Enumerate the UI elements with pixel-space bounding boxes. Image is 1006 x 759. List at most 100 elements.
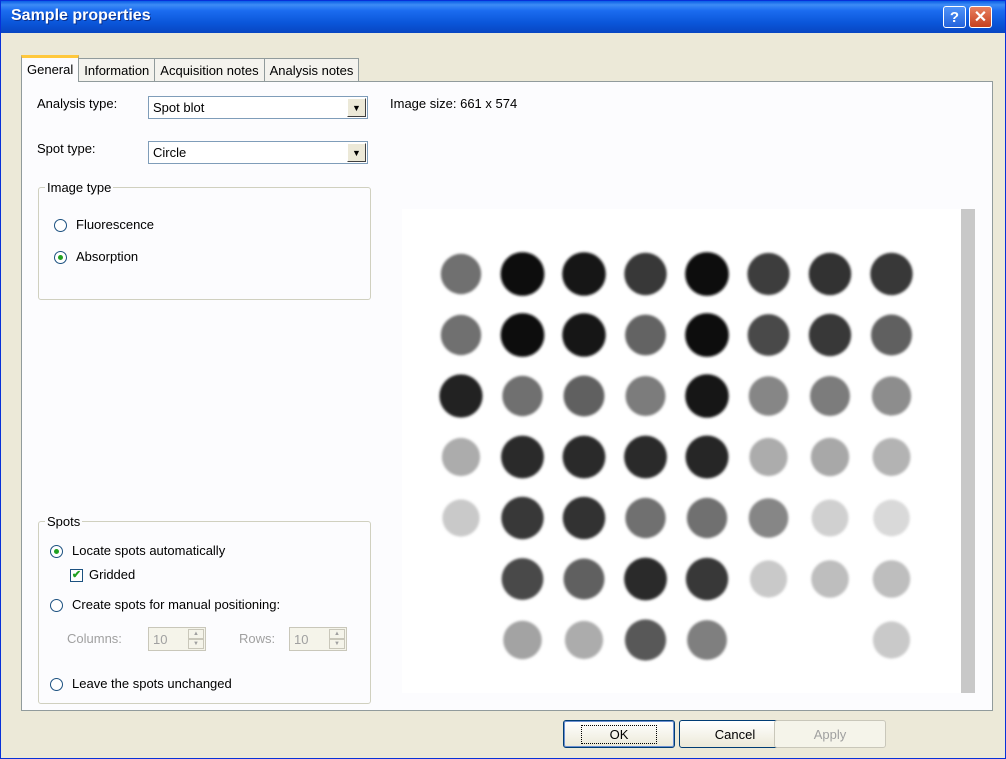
chevron-down-icon[interactable]: ▼	[347, 98, 366, 117]
blot-spot	[872, 560, 911, 598]
image-scrollbar[interactable]	[961, 209, 975, 693]
blot-spot	[872, 621, 911, 659]
blot-spot	[686, 497, 728, 539]
blot-spot	[501, 496, 544, 540]
title-bar[interactable]: Sample properties ? ✕	[1, 1, 1005, 33]
blot-spot	[501, 435, 544, 479]
fluorescence-label[interactable]: Fluorescence	[76, 217, 154, 232]
blot-spot	[562, 313, 606, 357]
blot-spot	[440, 314, 482, 356]
leave-spots-label[interactable]: Leave the spots unchanged	[72, 676, 232, 691]
blot-spot	[501, 558, 544, 600]
general-panel: Analysis type: Spot blot ▼ Spot type: Ci…	[21, 81, 993, 711]
blot-spot	[625, 497, 666, 539]
image-size-text: Image size: 661 x 574	[390, 96, 518, 111]
blot-spot	[749, 437, 788, 477]
spot-type-select[interactable]: Circle ▼	[148, 141, 368, 164]
blot-spot	[808, 252, 852, 296]
blot-spot	[500, 313, 545, 357]
spin-down-icon[interactable]: ▼	[188, 639, 204, 649]
absorption-label[interactable]: Absorption	[76, 249, 138, 264]
image-type-legend: Image type	[47, 180, 112, 195]
blot-spot	[747, 314, 790, 356]
blot-spot	[748, 498, 789, 538]
blot-spot	[685, 557, 729, 601]
spin-down-icon[interactable]: ▼	[329, 639, 345, 649]
rows-value: 10	[294, 632, 309, 647]
blot-spot	[873, 499, 910, 537]
blot-spot	[749, 560, 788, 598]
blot-spot	[563, 558, 605, 600]
sample-properties-dialog: Sample properties ? ✕ General Informatio…	[0, 0, 1006, 759]
tab-analysis-notes[interactable]: Analysis notes	[263, 58, 360, 82]
blot-spot	[442, 499, 480, 537]
blot-spot	[439, 374, 483, 418]
close-button[interactable]: ✕	[969, 6, 992, 28]
blot-spot	[811, 499, 849, 537]
absorption-radio[interactable]	[54, 251, 67, 264]
spin-up-icon[interactable]: ▲	[188, 629, 204, 639]
blot-spot	[564, 620, 604, 660]
tab-strip: General Information Acquisition notes An…	[21, 55, 360, 82]
blot-spot	[870, 252, 913, 296]
tab-information[interactable]: Information	[78, 58, 156, 82]
spot-type-label: Spot type:	[37, 141, 96, 156]
blot-spot	[562, 496, 606, 540]
blot-spot	[562, 252, 606, 296]
image-type-group: Image type	[38, 180, 371, 300]
analysis-type-select[interactable]: Spot blot ▼	[148, 96, 368, 119]
help-icon: ?	[949, 8, 960, 26]
blot-spot	[624, 252, 667, 296]
tab-general[interactable]: General	[21, 55, 80, 82]
blot-spot	[441, 437, 481, 477]
blot-spot	[624, 557, 667, 601]
spot-blot-image	[439, 252, 913, 661]
ok-label: OK	[580, 724, 658, 744]
spin-up-icon[interactable]: ▲	[329, 629, 345, 639]
blot-spot	[685, 313, 729, 357]
blot-spot	[625, 376, 666, 416]
chevron-down-icon[interactable]: ▼	[347, 143, 366, 162]
blot-spot	[624, 619, 667, 661]
blot-spot	[747, 252, 790, 296]
leave-spots-radio[interactable]	[50, 678, 63, 691]
blot-spot	[685, 252, 729, 296]
gridded-checkbox[interactable]: ✔	[70, 569, 83, 582]
window-title: Sample properties	[11, 7, 151, 24]
spot-type-value: Circle	[153, 145, 187, 160]
analysis-type-value: Spot blot	[153, 100, 205, 115]
tab-acquisition-notes[interactable]: Acquisition notes	[154, 58, 265, 82]
blot-spot	[871, 314, 912, 356]
blot-spot	[748, 376, 789, 416]
blot-spot	[440, 253, 482, 295]
apply-button[interactable]: Apply	[774, 720, 886, 748]
blot-spot	[624, 435, 667, 479]
manual-spots-radio[interactable]	[50, 599, 63, 612]
locate-auto-label[interactable]: Locate spots automatically	[72, 543, 225, 558]
apply-label: Apply	[813, 726, 847, 742]
ok-button[interactable]: OK	[563, 720, 675, 748]
blot-spot	[810, 437, 850, 477]
help-button[interactable]: ?	[943, 6, 966, 28]
blot-spot	[871, 376, 912, 416]
blot-spot	[563, 375, 605, 417]
blot-spot	[625, 314, 666, 356]
blot-spot	[810, 376, 850, 416]
blot-spot	[502, 375, 543, 417]
fluorescence-radio[interactable]	[54, 219, 67, 232]
blot-spot	[562, 435, 606, 479]
columns-value: 10	[153, 632, 168, 647]
blot-spot	[811, 560, 849, 598]
manual-spots-label[interactable]: Create spots for manual positioning:	[72, 597, 280, 612]
locate-auto-radio[interactable]	[50, 545, 63, 558]
image-preview[interactable]	[402, 209, 975, 693]
blot-spot	[503, 620, 542, 660]
blot-spot	[872, 438, 911, 476]
blot-spot	[808, 313, 852, 357]
columns-spinner[interactable]: 10 ▲ ▼	[148, 627, 206, 651]
analysis-type-label: Analysis type:	[37, 96, 118, 111]
rows-label: Rows:	[239, 631, 276, 646]
rows-spinner[interactable]: 10 ▲ ▼	[289, 627, 347, 651]
blot-spot	[687, 620, 727, 660]
gridded-label[interactable]: Gridded	[89, 567, 135, 582]
